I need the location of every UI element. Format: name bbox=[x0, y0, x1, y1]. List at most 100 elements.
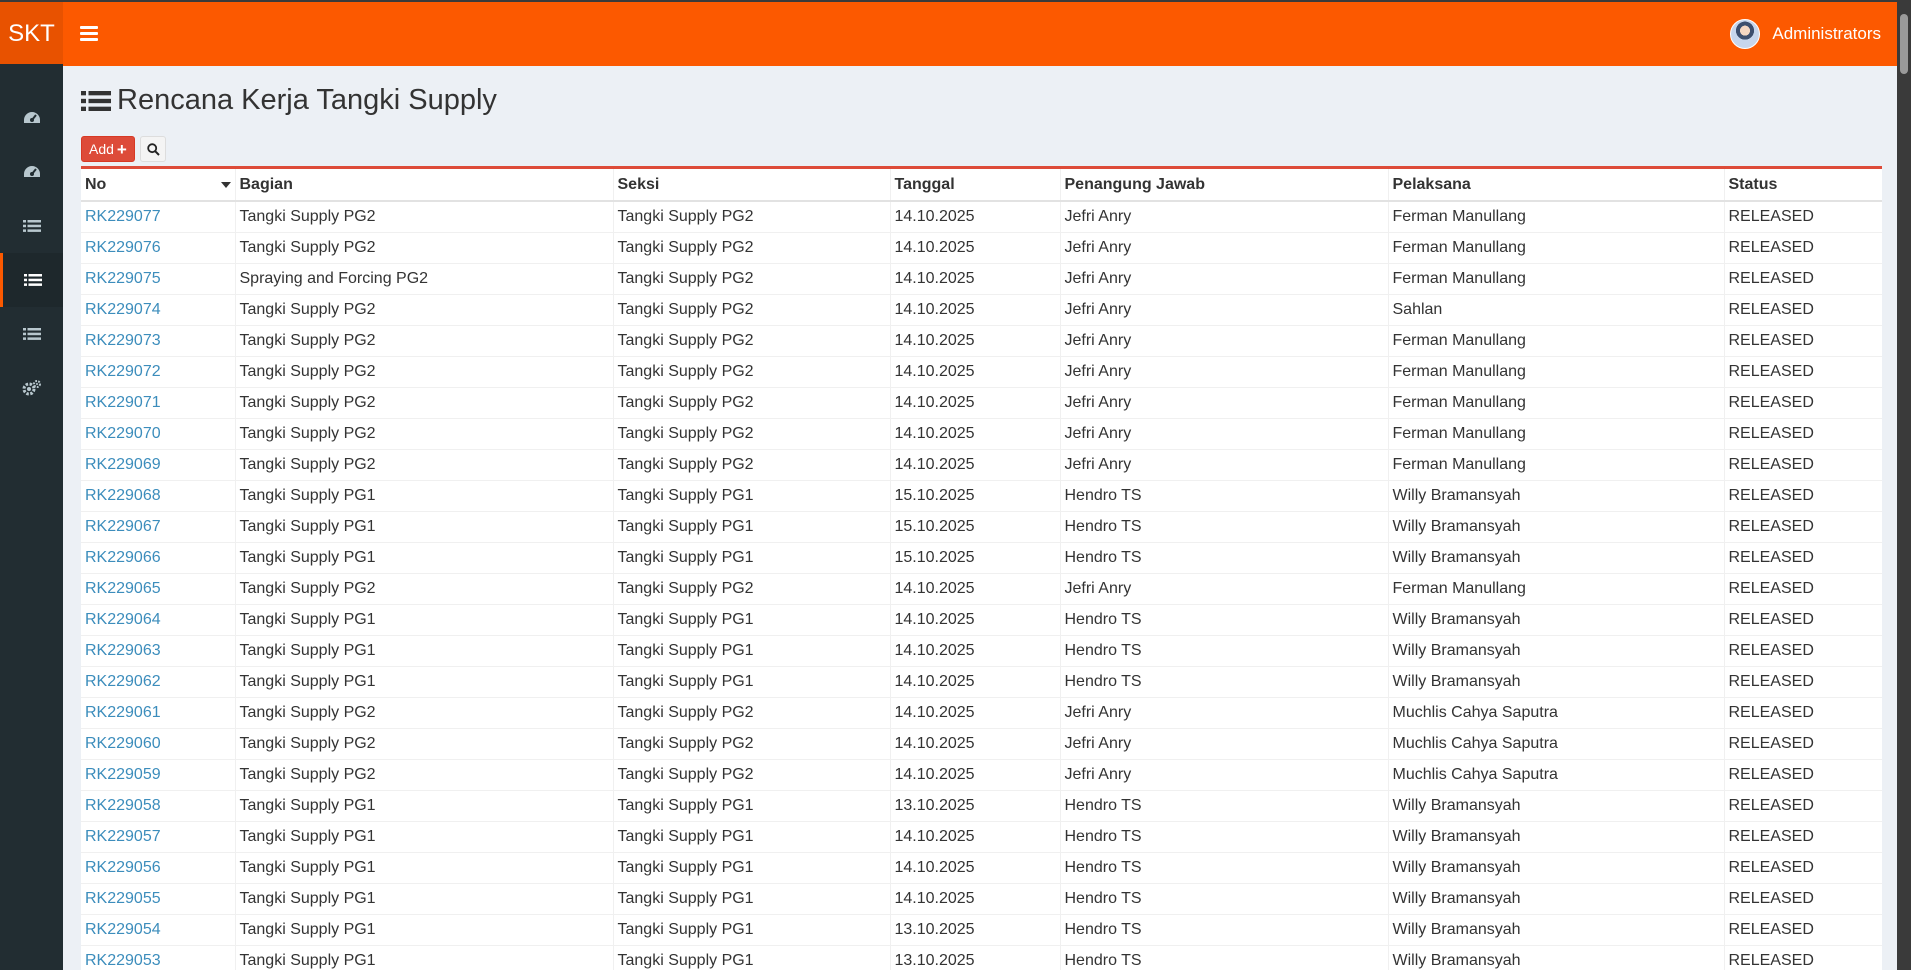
penanggung-jawab-cell: Jefri Anry bbox=[1064, 363, 1132, 380]
tanggal-cell: 14.10.2025 bbox=[894, 425, 975, 442]
record-no-link[interactable]: RK229057 bbox=[85, 828, 161, 845]
seksi-cell: Tangki Supply PG1 bbox=[617, 859, 754, 876]
table-cell: RELEASED bbox=[1723, 294, 1882, 326]
tanggal-cell: 14.10.2025 bbox=[894, 301, 975, 318]
table-cell: Tangki Supply PG1 bbox=[612, 914, 890, 946]
record-no-link[interactable]: RK229059 bbox=[85, 766, 161, 783]
user-menu[interactable]: Administrators bbox=[1730, 19, 1881, 49]
table-cell: Hendro TS bbox=[1059, 790, 1388, 822]
table-cell: Hendro TS bbox=[1059, 883, 1388, 915]
status-cell: RELEASED bbox=[1728, 518, 1814, 535]
record-no-link[interactable]: RK229065 bbox=[85, 580, 161, 597]
table-cell: RK229056 bbox=[81, 852, 235, 884]
table-cell: 14.10.2025 bbox=[889, 232, 1060, 264]
table-cell: Willy Bramansyah bbox=[1387, 635, 1724, 667]
pelaksana-cell: Willy Bramansyah bbox=[1392, 673, 1521, 690]
table-cell: Tangki Supply PG1 bbox=[612, 542, 890, 574]
pelaksana-cell: Willy Bramansyah bbox=[1392, 549, 1521, 566]
sidebar-item-dashboard-2[interactable] bbox=[0, 145, 63, 199]
pelaksana-cell: Willy Bramansyah bbox=[1392, 642, 1521, 659]
pelaksana-cell: Willy Bramansyah bbox=[1392, 518, 1521, 535]
cogs-icon bbox=[22, 380, 41, 396]
pelaksana-cell: Ferman Manullang bbox=[1392, 208, 1526, 225]
record-no-link[interactable]: RK229064 bbox=[85, 611, 161, 628]
table-cell: RELEASED bbox=[1723, 449, 1882, 481]
table-cell: Tangki Supply PG1 bbox=[612, 821, 890, 853]
table-row: RK229055 Tangki Supply PG1 Tangki Supply P… bbox=[81, 883, 1882, 915]
status-cell: RELEASED bbox=[1728, 735, 1814, 752]
pelaksana-cell: Sahlan bbox=[1392, 301, 1443, 318]
table-cell: Jefri Anry bbox=[1059, 356, 1388, 388]
record-no-link[interactable]: RK229069 bbox=[85, 456, 161, 473]
table-cell: RK229074 bbox=[81, 294, 235, 326]
table-row: RK229062 Tangki Supply PG1 Tangki Supply P… bbox=[81, 666, 1882, 698]
sidebar-item-list-3[interactable] bbox=[0, 307, 63, 361]
record-no-link[interactable]: RK229076 bbox=[85, 239, 161, 256]
pelaksana-cell: Muchlis Cahya Saputra bbox=[1392, 735, 1558, 752]
scrollbar[interactable] bbox=[1897, 0, 1911, 970]
status-cell: RELEASED bbox=[1728, 239, 1814, 256]
table-cell: RK229060 bbox=[81, 728, 235, 760]
table-cell: Tangki Supply PG2 bbox=[612, 697, 890, 729]
tanggal-cell: 13.10.2025 bbox=[894, 952, 975, 969]
bagian-cell: Tangki Supply PG2 bbox=[239, 239, 376, 256]
column-header-tanggal[interactable]: Tanggal bbox=[889, 169, 1060, 202]
record-no-link[interactable]: RK229075 bbox=[85, 270, 161, 287]
column-header-bagian[interactable]: Bagian bbox=[234, 169, 613, 202]
record-no-link[interactable]: RK229072 bbox=[85, 363, 161, 380]
record-no-link[interactable]: RK229068 bbox=[85, 487, 161, 504]
column-header-seksi[interactable]: Seksi bbox=[612, 169, 890, 202]
record-no-link[interactable]: RK229062 bbox=[85, 673, 161, 690]
pelaksana-cell: Ferman Manullang bbox=[1392, 580, 1526, 597]
data-table-box: No Bagian Seksi Tanggal Penangung Jawab … bbox=[81, 166, 1882, 970]
penanggung-jawab-cell: Jefri Anry bbox=[1064, 239, 1132, 256]
record-no-link[interactable]: RK229061 bbox=[85, 704, 161, 721]
table-cell: RK229054 bbox=[81, 914, 235, 946]
record-no-link[interactable]: RK229066 bbox=[85, 549, 161, 566]
record-no-link[interactable]: RK229074 bbox=[85, 301, 161, 318]
sidebar-item-dashboard-1[interactable] bbox=[0, 91, 63, 145]
table-cell: RELEASED bbox=[1723, 232, 1882, 264]
table-cell: Willy Bramansyah bbox=[1387, 945, 1724, 970]
table-cell: Spraying and Forcing PG2 bbox=[234, 263, 613, 295]
app-logo[interactable]: SKT bbox=[0, 2, 63, 66]
record-no-link[interactable]: RK229077 bbox=[85, 208, 161, 225]
bagian-cell: Tangki Supply PG1 bbox=[239, 890, 376, 907]
dashboard-icon bbox=[23, 166, 40, 177]
seksi-cell: Tangki Supply PG1 bbox=[617, 487, 754, 504]
penanggung-jawab-cell: Hendro TS bbox=[1064, 549, 1142, 566]
sidebar-item-list-2[interactable] bbox=[0, 253, 63, 307]
record-no-link[interactable]: RK229055 bbox=[85, 890, 161, 907]
column-header-pelaksana[interactable]: Pelaksana bbox=[1387, 169, 1724, 202]
record-no-link[interactable]: RK229058 bbox=[85, 797, 161, 814]
add-button[interactable]: Add + bbox=[81, 136, 135, 162]
record-no-link[interactable]: RK229053 bbox=[85, 952, 161, 969]
table-cell: RK229077 bbox=[81, 200, 235, 233]
table-cell: RELEASED bbox=[1723, 480, 1882, 512]
record-no-link[interactable]: RK229073 bbox=[85, 332, 161, 349]
table-cell: RK229063 bbox=[81, 635, 235, 667]
sidebar-toggle-button[interactable] bbox=[80, 23, 98, 43]
record-no-link[interactable]: RK229056 bbox=[85, 859, 161, 876]
table-cell: Jefri Anry bbox=[1059, 263, 1388, 295]
bagian-cell: Tangki Supply PG2 bbox=[239, 208, 376, 225]
tanggal-cell: 15.10.2025 bbox=[894, 549, 975, 566]
record-no-link[interactable]: RK229060 bbox=[85, 735, 161, 752]
record-no-link[interactable]: RK229063 bbox=[85, 642, 161, 659]
record-no-link[interactable]: RK229071 bbox=[85, 394, 161, 411]
sidebar-item-settings[interactable] bbox=[0, 361, 63, 415]
sort-desc-icon[interactable] bbox=[220, 182, 231, 188]
record-no-link[interactable]: RK229054 bbox=[85, 921, 161, 938]
search-button[interactable] bbox=[140, 136, 166, 162]
record-no-link[interactable]: RK229067 bbox=[85, 518, 161, 535]
tanggal-cell: 14.10.2025 bbox=[894, 208, 975, 225]
record-no-link[interactable]: RK229070 bbox=[85, 425, 161, 442]
sidebar-item-list-1[interactable] bbox=[0, 199, 63, 253]
table-cell: RK229065 bbox=[81, 573, 235, 605]
dashboard-icon bbox=[23, 112, 40, 123]
column-header-penangung-jawab[interactable]: Penangung Jawab bbox=[1059, 169, 1388, 202]
page-title: Rencana Kerja Tangki Supply bbox=[81, 84, 497, 117]
column-header-status[interactable]: Status bbox=[1723, 169, 1882, 202]
status-cell: RELEASED bbox=[1728, 859, 1814, 876]
column-header-no[interactable]: No bbox=[81, 169, 235, 202]
